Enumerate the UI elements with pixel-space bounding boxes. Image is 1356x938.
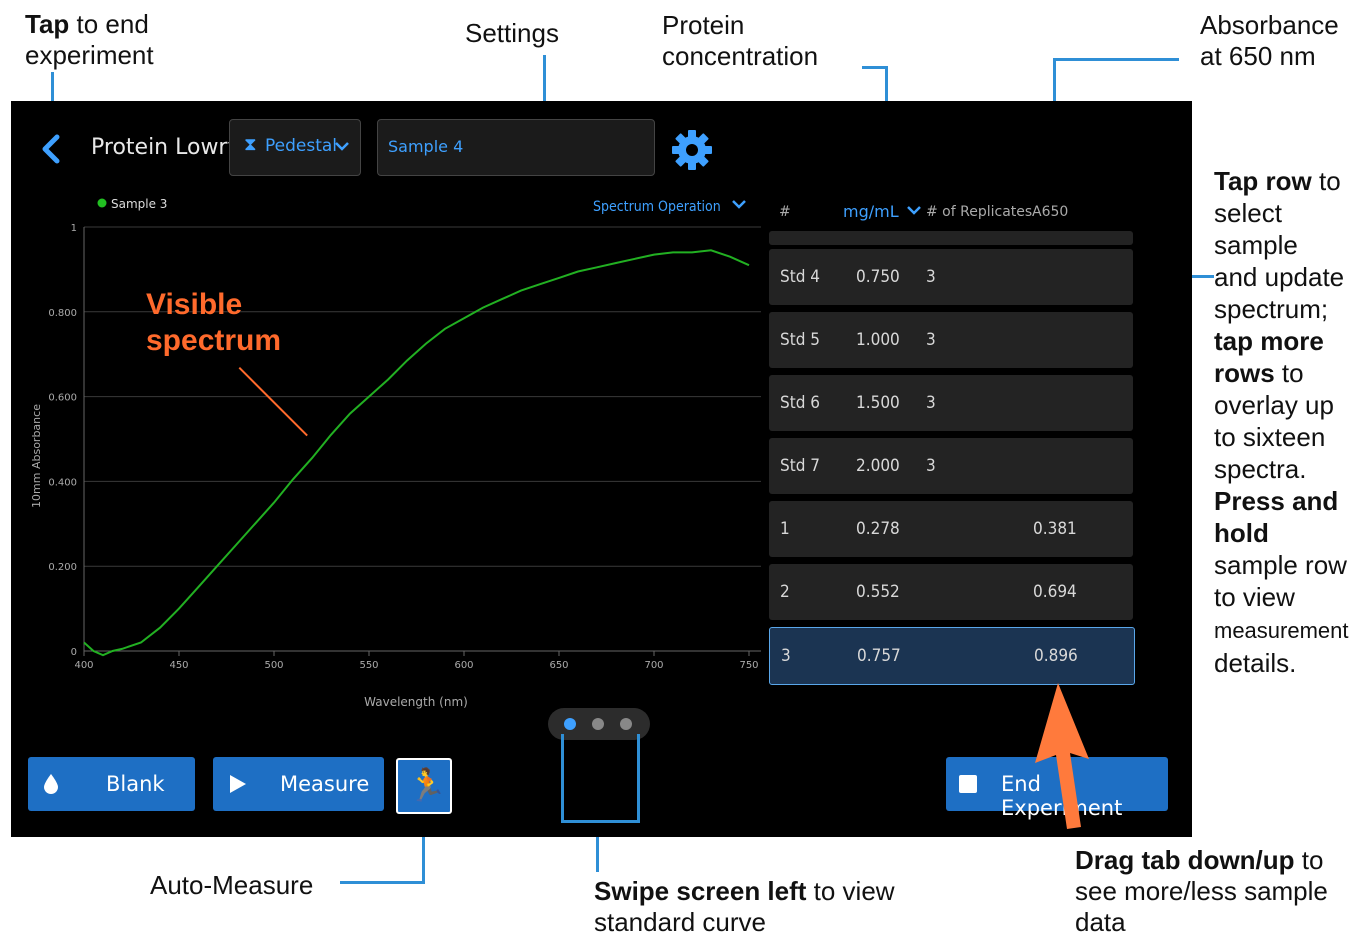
row-concentration: 1.000	[856, 330, 900, 350]
measure-label: Measure	[280, 772, 370, 796]
back-chevron-icon[interactable]	[37, 131, 67, 167]
row-id: 2	[780, 582, 790, 602]
stop-icon	[959, 775, 977, 793]
row-id: 1	[780, 519, 790, 539]
mode-label: Pedestal	[265, 136, 338, 156]
y-tick-label: 0.600	[48, 393, 77, 404]
swipe-bracket	[561, 734, 640, 823]
auto-measure-button[interactable]: 🏃	[396, 758, 452, 814]
y-tick-label: 0.800	[48, 308, 77, 319]
callout-swipe: Swipe screen left to view standard curve	[594, 876, 895, 937]
x-tick-label: 750	[739, 660, 758, 671]
page-dot[interactable]	[620, 718, 632, 730]
callout-line	[340, 881, 425, 884]
row-id: Std 7	[780, 456, 821, 476]
running-person-icon: 🏃	[407, 767, 447, 803]
row-id: Std 6	[780, 393, 821, 413]
callout-settings: Settings	[465, 18, 559, 48]
measure-button[interactable]: Measure	[213, 757, 384, 811]
blank-label: Blank	[106, 772, 165, 796]
row-concentration: 1.500	[856, 393, 900, 413]
row-a650: 0.381	[1033, 519, 1077, 539]
callout-line	[1053, 58, 1179, 61]
y-tick-label: 0.200	[48, 562, 77, 573]
spectrum-operation-label: Spectrum Operation	[593, 199, 721, 215]
x-tick-label: 700	[644, 660, 663, 671]
row-id: Std 4	[780, 267, 821, 287]
sample-name-field[interactable]: Sample 4	[377, 119, 655, 176]
row-concentration: 2.000	[856, 456, 900, 476]
row-id: Std 5	[780, 330, 821, 350]
y-axis-label: 10mm Absorbance	[30, 404, 43, 508]
callout-tap-row: Tap row to select sample and update spec…	[1214, 166, 1349, 678]
page-dot[interactable]	[592, 718, 604, 730]
col-header-replicates: # of Replicates	[926, 204, 1033, 220]
row-concentration: 0.757	[857, 646, 901, 666]
unit-label: mg/mL	[843, 202, 899, 221]
mode-dropdown[interactable]: ⧗ Pedestal	[229, 119, 361, 176]
chevron-down-icon	[731, 200, 746, 209]
table-row[interactable]: 2 0.552 0.694	[769, 564, 1133, 620]
x-tick-label: 600	[454, 660, 473, 671]
table-row[interactable]: 1 0.278 0.381	[769, 501, 1133, 557]
y-tick-label: 0.400	[48, 477, 77, 488]
x-tick-label: 400	[74, 660, 93, 671]
drag-arrow-icon	[1035, 683, 1089, 829]
callout-protein-concentration: Protein concentration	[662, 10, 819, 71]
y-tick-label: 0	[71, 647, 77, 658]
table-row[interactable]: Std 6 1.500 3	[769, 375, 1133, 431]
x-tick-label: 500	[264, 660, 283, 671]
table-row[interactable]: 3 0.757 0.896	[769, 627, 1135, 685]
blank-button[interactable]: Blank	[28, 757, 195, 811]
row-replicates: 3	[926, 393, 936, 413]
row-concentration: 0.552	[856, 582, 900, 602]
sample-name-value: Sample 4	[388, 137, 464, 156]
visible-spectrum-annotation: Visible spectrum	[146, 288, 282, 357]
callout-drag: Drag tab down/up to see more/less sample…	[1075, 845, 1328, 937]
row-replicates: 3	[926, 330, 936, 350]
gear-icon[interactable]	[670, 128, 714, 172]
table-row-partial	[769, 231, 1133, 245]
row-concentration: 0.278	[856, 519, 900, 539]
x-tick-label: 450	[169, 660, 188, 671]
spectrum-chart[interactable]: 0 0.200 0.400 0.600 0.800 1 400 450 500 550 600 650…	[11, 181, 766, 721]
table-row[interactable]: Std 5 1.000 3	[769, 312, 1133, 368]
row-replicates: 3	[926, 456, 936, 476]
col-header-a650: A650	[1032, 204, 1069, 220]
droplet-icon	[44, 774, 58, 794]
row-id: 3	[781, 646, 791, 666]
callout-end-experiment: Tap to end experiment	[25, 9, 154, 70]
chevron-down-icon	[335, 142, 349, 151]
play-icon	[230, 775, 246, 793]
table-row[interactable]: Std 4 0.750 3	[769, 249, 1133, 305]
row-a650: 0.896	[1034, 646, 1078, 666]
experiment-title: Protein Lowry	[91, 135, 241, 160]
x-tick-label: 550	[359, 660, 378, 671]
legend-label: Sample 3	[111, 197, 167, 211]
legend-dot	[97, 198, 107, 208]
chevron-down-icon	[906, 206, 921, 215]
page-dot[interactable]	[564, 718, 576, 730]
row-replicates: 3	[926, 267, 936, 287]
row-a650: 0.694	[1033, 582, 1077, 602]
spectrum-operation-dropdown[interactable]: Spectrum Operation	[593, 199, 747, 215]
device-screen: Protein Lowry ⧗ Pedestal Sample 4 0 0.200…	[11, 101, 1192, 837]
callout-auto-measure: Auto-Measure	[150, 870, 314, 900]
x-tick-label: 650	[549, 660, 568, 671]
unit-dropdown[interactable]: mg/mL	[843, 202, 922, 221]
table-row[interactable]: Std 7 2.000 3	[769, 438, 1133, 494]
callout-absorbance: Absorbance at 650 nm	[1200, 10, 1339, 71]
row-concentration: 0.750	[856, 267, 900, 287]
y-tick-label: 1	[71, 223, 77, 234]
pedestal-icon: ⧗	[244, 134, 257, 155]
col-header-num: #	[779, 204, 791, 220]
x-axis-label: Wavelength (nm)	[364, 695, 468, 709]
